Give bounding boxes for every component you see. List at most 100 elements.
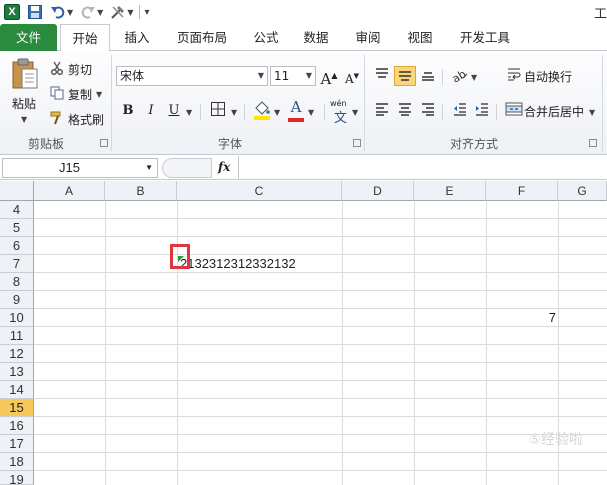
paste-dropdown-icon[interactable]: ▼ bbox=[21, 115, 27, 124]
orientation-button[interactable]: ab bbox=[450, 66, 470, 86]
cut-icon[interactable] bbox=[50, 61, 64, 75]
tab-insert[interactable]: 插入 bbox=[116, 24, 158, 51]
cell-c7[interactable]: 2132312312332132 bbox=[180, 255, 296, 273]
tab-page-layout[interactable]: 页面布局 bbox=[170, 24, 234, 51]
formula-input[interactable] bbox=[240, 158, 607, 178]
copy-button[interactable]: 复制 bbox=[68, 86, 92, 103]
font-color-button[interactable]: A bbox=[286, 97, 306, 122]
underline-dropdown-icon[interactable]: ▼ bbox=[186, 108, 192, 117]
chevron-down-icon[interactable]: ▼ bbox=[258, 67, 264, 85]
row-header[interactable]: 17 bbox=[0, 435, 34, 453]
row-header[interactable]: 9 bbox=[0, 291, 34, 309]
chevron-down-icon[interactable]: ▼ bbox=[306, 67, 312, 85]
bold-button[interactable]: B bbox=[118, 101, 138, 121]
tab-data[interactable]: 数据 bbox=[296, 24, 336, 51]
font-launcher-icon[interactable] bbox=[353, 139, 361, 147]
column-header-a[interactable]: A bbox=[34, 181, 105, 201]
customize-toolbar-icon[interactable]: ▾ bbox=[144, 7, 149, 18]
redo-dropdown-icon[interactable]: ▼ bbox=[97, 8, 103, 17]
row-header[interactable]: 14 bbox=[0, 381, 34, 399]
wrap-text-button[interactable]: 自动换行 bbox=[524, 68, 572, 85]
merge-center-button[interactable]: 合并后居中 bbox=[524, 103, 584, 120]
row-header[interactable]: 5 bbox=[0, 219, 34, 237]
format-painter-icon[interactable] bbox=[50, 111, 64, 125]
format-painter-button[interactable]: 格式刷 bbox=[68, 111, 104, 128]
row-header[interactable]: 10 bbox=[0, 309, 34, 327]
borders-button[interactable] bbox=[208, 101, 228, 121]
insert-function-icon[interactable]: fx bbox=[218, 160, 230, 174]
tab-formulas[interactable]: 公式 bbox=[246, 24, 286, 51]
tools-icon[interactable] bbox=[110, 4, 126, 20]
column-header-b[interactable]: B bbox=[105, 181, 177, 201]
wrap-text-icon[interactable] bbox=[504, 66, 524, 86]
orientation-dropdown-icon[interactable]: ▼ bbox=[471, 73, 477, 82]
fill-color-button[interactable] bbox=[252, 99, 272, 120]
font-name-combo[interactable]: 宋体 ▼ bbox=[116, 66, 268, 86]
name-box[interactable]: J15 ▼ bbox=[2, 158, 158, 178]
row-header-selected[interactable]: 15 bbox=[0, 399, 34, 417]
tab-file[interactable]: 文件 bbox=[0, 24, 57, 51]
column-header-c[interactable]: C bbox=[177, 181, 342, 201]
undo-dropdown-icon[interactable]: ▼ bbox=[67, 8, 73, 17]
chevron-down-icon[interactable]: ▼ bbox=[145, 159, 153, 177]
merge-center-icon[interactable] bbox=[504, 101, 524, 121]
phonetic-guide-button[interactable]: wén 文 bbox=[330, 99, 352, 126]
column-header-d[interactable]: D bbox=[342, 181, 414, 201]
align-center-button[interactable] bbox=[395, 101, 415, 121]
fill-color-dropdown-icon[interactable]: ▼ bbox=[274, 108, 280, 117]
decrease-indent-icon bbox=[454, 103, 466, 116]
grid-line bbox=[34, 380, 607, 381]
tab-view[interactable]: 视图 bbox=[400, 24, 440, 51]
row-header[interactable]: 6 bbox=[0, 237, 34, 255]
underline-button[interactable]: U bbox=[164, 101, 184, 121]
italic-button[interactable]: I bbox=[141, 101, 161, 121]
shrink-font-button[interactable]: A▼ bbox=[342, 66, 362, 86]
column-header-g[interactable]: G bbox=[558, 181, 607, 201]
row-header[interactable]: 7 bbox=[0, 255, 34, 273]
alignment-launcher-icon[interactable] bbox=[589, 139, 597, 147]
row-header[interactable]: 16 bbox=[0, 417, 34, 435]
phonetic-dropdown-icon[interactable]: ▼ bbox=[352, 108, 358, 117]
worksheet-grid[interactable]: A B C D E F G 4 5 6 7 8 9 10 11 12 13 14… bbox=[0, 181, 607, 485]
undo-icon[interactable] bbox=[50, 4, 66, 20]
borders-dropdown-icon[interactable]: ▼ bbox=[231, 108, 237, 117]
tab-review[interactable]: 审阅 bbox=[348, 24, 388, 51]
row-header[interactable]: 18 bbox=[0, 453, 34, 471]
column-header-e[interactable]: E bbox=[414, 181, 486, 201]
separator bbox=[244, 104, 245, 120]
merge-dropdown-icon[interactable]: ▼ bbox=[589, 108, 595, 117]
row-header[interactable]: 12 bbox=[0, 345, 34, 363]
clipboard-launcher-icon[interactable] bbox=[100, 139, 108, 147]
align-bottom-button[interactable] bbox=[418, 66, 438, 86]
row-header[interactable]: 8 bbox=[0, 273, 34, 291]
tab-home[interactable]: 开始 bbox=[60, 24, 110, 52]
separator bbox=[442, 69, 443, 85]
align-top-button[interactable] bbox=[372, 66, 392, 86]
formula-bar-handle[interactable] bbox=[162, 158, 212, 178]
font-size-combo[interactable]: 11 ▼ bbox=[270, 66, 316, 86]
row-header[interactable]: 11 bbox=[0, 327, 34, 345]
align-right-button[interactable] bbox=[418, 101, 438, 121]
tab-developer[interactable]: 开发工具 bbox=[452, 24, 518, 51]
grow-font-button[interactable]: A▲ bbox=[319, 66, 339, 88]
save-icon[interactable] bbox=[27, 4, 43, 20]
paste-button[interactable]: 粘贴 bbox=[12, 95, 36, 112]
align-middle-button[interactable] bbox=[394, 66, 416, 86]
increase-indent-button[interactable] bbox=[472, 101, 492, 121]
row-header[interactable]: 19 bbox=[0, 471, 34, 485]
annotation-highlight-box bbox=[170, 244, 190, 269]
cut-button[interactable]: 剪切 bbox=[68, 61, 92, 78]
font-color-dropdown-icon[interactable]: ▼ bbox=[308, 108, 314, 117]
column-header-f[interactable]: F bbox=[486, 181, 558, 201]
tools-dropdown-icon[interactable]: ▼ bbox=[127, 8, 133, 17]
copy-icon[interactable] bbox=[50, 86, 64, 100]
copy-dropdown-icon[interactable]: ▼ bbox=[96, 90, 102, 99]
decrease-indent-button[interactable] bbox=[450, 101, 470, 121]
align-left-button[interactable] bbox=[372, 101, 392, 121]
redo-icon[interactable] bbox=[80, 4, 96, 20]
select-all-corner[interactable] bbox=[0, 181, 34, 201]
paste-icon[interactable] bbox=[10, 57, 40, 91]
row-header[interactable]: 4 bbox=[0, 201, 34, 219]
row-header[interactable]: 13 bbox=[0, 363, 34, 381]
cell-f10[interactable]: 7 bbox=[486, 309, 556, 327]
